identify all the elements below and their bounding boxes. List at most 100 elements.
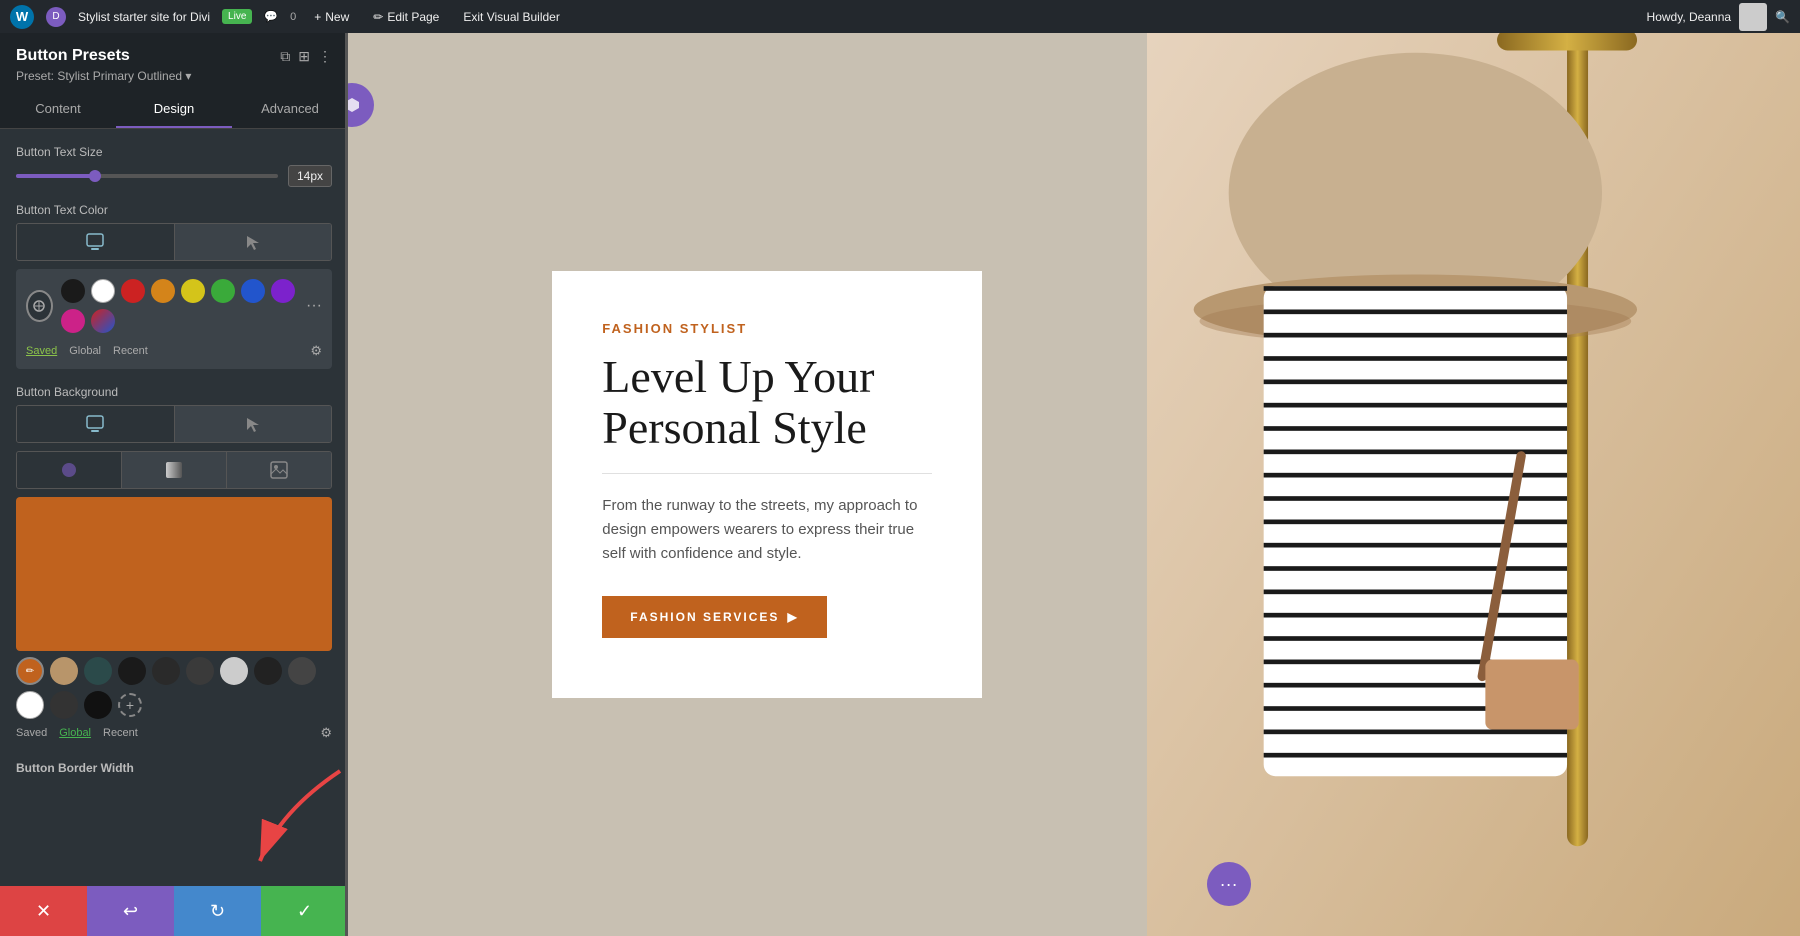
bottom-swatch-teal[interactable] (84, 657, 112, 685)
edit-page-button[interactable]: ✏ Edit Page (367, 8, 445, 26)
text-color-swatch-tab[interactable] (17, 224, 174, 260)
live-badge: Live (222, 9, 252, 24)
save-button[interactable]: ✓ (261, 886, 348, 936)
cursor-icon (243, 232, 263, 252)
text-color-cursor-tab[interactable] (174, 224, 332, 260)
bottom-swatch-light[interactable] (220, 657, 248, 685)
wp-logo-text: W (16, 9, 28, 24)
bg-swatch-tab-global[interactable]: Global (59, 727, 91, 739)
site-name: Stylist starter site for Divi (78, 10, 210, 24)
add-swatch-button[interactable]: + (118, 693, 142, 717)
hero-section: FASHION STYLIST Level Up Your Personal S… (348, 33, 1800, 936)
tab-design[interactable]: Design (116, 91, 232, 128)
swatch-gradient[interactable] (91, 309, 115, 333)
swatch-black[interactable] (61, 279, 85, 303)
top-bar-left: W D Stylist starter site for Divi Live 💬… (10, 5, 566, 29)
divi-logo[interactable]: D (46, 7, 66, 27)
bottom-swatch-dark5[interactable] (50, 691, 78, 719)
bg-image-btn[interactable] (226, 452, 331, 488)
bg-label: Button Background (16, 385, 332, 399)
swatch-tab-global[interactable]: Global (69, 345, 101, 357)
swatch-pink[interactable] (61, 309, 85, 333)
bg-section: Button Background (16, 385, 332, 741)
swatch-top-row: ··· (26, 279, 322, 333)
bottom-swatch-dark[interactable] (152, 657, 180, 685)
bg-swatch-tab-recent[interactable]: Recent (103, 727, 138, 739)
text-size-track[interactable] (16, 174, 278, 178)
swatch-green[interactable] (211, 279, 235, 303)
swatch-orange[interactable] (151, 279, 175, 303)
left-panel: Button Presets ⧉ ⊞ ⋮ Preset: Stylist Pri… (0, 33, 348, 936)
cursor-icon-2 (243, 414, 263, 434)
card-body: From the runway to the streets, my appro… (602, 494, 932, 566)
cancel-icon: ✕ (36, 901, 51, 922)
fashion-illustration (1147, 33, 1800, 936)
new-button[interactable]: + New (308, 8, 355, 26)
bg-solid-btn[interactable] (17, 452, 121, 488)
main-layout: Button Presets ⧉ ⊞ ⋮ Preset: Stylist Pri… (0, 33, 1800, 936)
duplicate-icon[interactable]: ⧉ (280, 48, 290, 65)
comment-count: 0 (290, 11, 296, 23)
panel-title-icons: ⧉ ⊞ ⋮ (280, 48, 332, 65)
tab-content[interactable]: Content (0, 91, 116, 128)
hero-left: FASHION STYLIST Level Up Your Personal S… (348, 33, 1147, 936)
hero-image: ··· (1147, 33, 1800, 936)
divi-icon (348, 95, 362, 115)
text-color-label: Button Text Color (16, 203, 332, 217)
panel-content: Button Text Size 14px Button Text Color (0, 129, 348, 886)
bottom-swatch-dark2[interactable] (186, 657, 214, 685)
search-icon[interactable]: 🔍 (1775, 10, 1790, 24)
fashion-services-button[interactable]: FASHION SERVICES ▶ (602, 596, 826, 638)
bg-cursor-tab[interactable] (174, 406, 332, 442)
more-icon[interactable]: ⋮ (318, 48, 332, 65)
bottom-swatches: ✏ + (16, 657, 332, 719)
more-options-button[interactable]: ··· (1207, 862, 1251, 906)
bottom-swatch-dark3[interactable] (254, 657, 282, 685)
swatch-settings-icon[interactable]: ⚙ (310, 343, 322, 359)
bg-swatch-tab[interactable] (17, 406, 174, 442)
redo-button[interactable]: ↻ (174, 886, 261, 936)
cancel-button[interactable]: ✕ (0, 886, 87, 936)
top-bar: W D Stylist starter site for Divi Live 💬… (0, 0, 1800, 33)
swatch-red[interactable] (121, 279, 145, 303)
bottom-swatch-dark6[interactable] (84, 691, 112, 719)
swatch-blue[interactable] (241, 279, 265, 303)
swatch-tab-row: Saved Global Recent ⚙ (26, 343, 322, 359)
redo-icon: ↻ (210, 901, 225, 922)
text-size-thumb[interactable] (89, 170, 101, 182)
save-icon: ✓ (297, 901, 312, 922)
swatch-tab-recent[interactable]: Recent (113, 345, 148, 357)
bg-swatch-tab-row: Saved Global Recent ⚙ (16, 725, 332, 741)
bottom-swatch-dark4[interactable] (288, 657, 316, 685)
undo-button[interactable]: ↩ (87, 886, 174, 936)
card-eyebrow: FASHION STYLIST (602, 321, 932, 336)
text-size-value[interactable]: 14px (288, 165, 332, 187)
hero-right: ··· (1147, 33, 1800, 936)
exit-builder-button[interactable]: Exit Visual Builder (457, 8, 566, 26)
text-size-label: Button Text Size (16, 145, 332, 159)
bottom-swatch-tan[interactable] (50, 657, 78, 685)
panel-subtitle[interactable]: Preset: Stylist Primary Outlined ▾ (16, 69, 332, 83)
eyedropper-button[interactable] (26, 290, 53, 322)
swatch-yellow[interactable] (181, 279, 205, 303)
arrow-icon: ▶ (787, 610, 798, 624)
bottom-swatch-black[interactable] (118, 657, 146, 685)
wordpress-logo[interactable]: W (10, 5, 34, 29)
swatch-more-dots[interactable]: ··· (306, 297, 322, 315)
tab-advanced[interactable]: Advanced (232, 91, 348, 128)
swatch-tab-saved[interactable]: Saved (26, 345, 57, 357)
border-width-label: Button Border Width (16, 761, 332, 775)
swatch-purple[interactable] (271, 279, 295, 303)
bottom-swatch-white[interactable] (16, 691, 44, 719)
swatch-white[interactable] (91, 279, 115, 303)
grid-icon[interactable]: ⊞ (298, 48, 310, 65)
bg-color-picker-row (16, 405, 332, 443)
bg-gradient-btn[interactable] (121, 452, 226, 488)
panel-tabs: Content Design Advanced (0, 91, 348, 129)
panel-header: Button Presets ⧉ ⊞ ⋮ Preset: Stylist Pri… (0, 33, 348, 91)
bg-swatch-settings-icon[interactable]: ⚙ (320, 725, 332, 741)
bottom-swatch-orange-pen[interactable]: ✏ (16, 657, 44, 685)
bg-swatch-tab-saved[interactable]: Saved (16, 727, 47, 739)
card-title: Level Up Your Personal Style (602, 352, 932, 453)
bg-color-large[interactable] (16, 497, 332, 651)
